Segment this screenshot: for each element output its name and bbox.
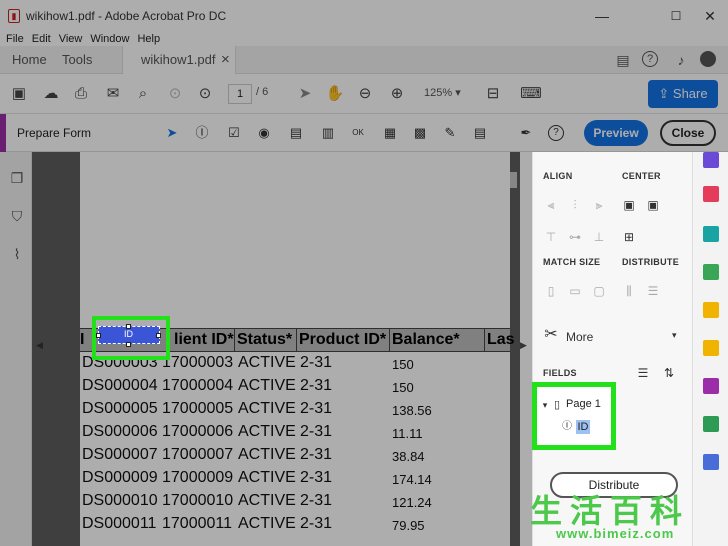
tree-field-id[interactable]: ID	[576, 420, 590, 434]
sticky-note-icon[interactable]	[703, 340, 719, 356]
center-heading: CENTER	[622, 171, 661, 181]
match-height-icon[interactable]: ▭	[568, 284, 582, 298]
sort-alpha-icon[interactable]: ⇅	[662, 366, 676, 380]
align-middle-icon[interactable]: ⊶	[568, 230, 582, 244]
align-right-icon[interactable]: ⫸	[592, 198, 606, 212]
protect-icon[interactable]	[703, 454, 719, 470]
watermark-url: www.bimeiz.com	[556, 526, 675, 541]
fields-heading: FIELDS	[543, 368, 577, 378]
align-bottom-icon[interactable]: ⊥	[592, 230, 606, 244]
print-production-icon[interactable]	[703, 416, 719, 432]
align-top-icon[interactable]: ⊤	[544, 230, 558, 244]
match-both-icon[interactable]: ▢	[592, 284, 606, 298]
resize-handle[interactable]	[126, 342, 131, 347]
match-size-heading: MATCH SIZE	[543, 257, 601, 267]
sort-list-icon[interactable]: ☰	[636, 366, 650, 380]
fill-sign-icon[interactable]	[703, 378, 719, 394]
more-menu[interactable]: More ▾	[566, 330, 677, 344]
fields-tree-highlight	[532, 382, 616, 450]
organize-pages-icon[interactable]	[703, 152, 719, 168]
center-both-icon[interactable]: ⊞	[622, 230, 636, 244]
tools-strip	[692, 152, 728, 546]
align-left-icon[interactable]: ⫷	[544, 198, 558, 212]
distribute-heading: DISTRIBUTE	[622, 257, 679, 267]
export-pdf-icon[interactable]	[703, 186, 719, 202]
collapse-right-arrow[interactable]: ▶	[520, 340, 527, 351]
edit-pdf-icon[interactable]	[703, 264, 719, 280]
more-caret-icon: ▾	[672, 330, 677, 340]
text-field-node-icon: Ⓘ	[562, 421, 572, 432]
resize-handle[interactable]	[126, 324, 131, 329]
resize-handle[interactable]	[156, 333, 161, 338]
tree-page-node[interactable]: Page 1	[566, 398, 601, 410]
create-pdf-icon[interactable]	[703, 226, 719, 242]
align-heading: ALIGN	[543, 171, 573, 181]
resize-handle[interactable]	[96, 333, 101, 338]
id-field-label: ID	[124, 329, 133, 339]
center-vertical-icon[interactable]: ▣	[646, 198, 660, 212]
match-width-icon[interactable]: ▯	[544, 284, 558, 298]
distribute-vertical-icon[interactable]: ☰	[646, 284, 660, 298]
page-node-icon: ▯	[553, 399, 561, 411]
distribute-horizontal-icon[interactable]: ⫼	[622, 284, 636, 298]
more-label: More	[566, 330, 594, 344]
comment-tool-icon[interactable]	[703, 302, 719, 318]
tools-icon[interactable]: ✂	[544, 327, 558, 343]
align-center-icon[interactable]: ⫶	[568, 198, 582, 212]
center-horizontal-icon[interactable]: ▣	[622, 198, 636, 212]
